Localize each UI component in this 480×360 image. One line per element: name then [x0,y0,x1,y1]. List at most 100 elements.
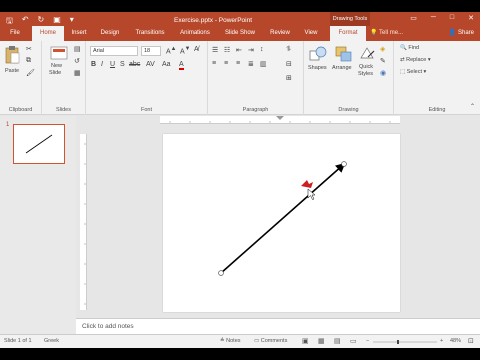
char-spacing-icon[interactable]: AV [146,61,155,68]
minimize-icon[interactable]: ─ [431,14,436,22]
align-text-icon[interactable]: ⊟ [286,60,292,68]
tell-me-text: Tell me... [379,30,404,36]
zoom-slider[interactable] [373,340,437,344]
font-name-box[interactable]: Arial [90,46,138,56]
justify-icon[interactable]: ≣ [248,60,254,68]
tab-animations[interactable]: Animations [175,26,215,41]
align-center-icon[interactable]: ≡ [224,60,228,67]
bold-icon[interactable]: B [91,61,96,68]
slide-canvas[interactable] [163,134,400,312]
numbering-icon[interactable]: ☷ [224,46,230,54]
font-size-box[interactable]: 18 [141,46,161,56]
zoom-out-icon[interactable]: − [366,338,369,344]
smartart-icon[interactable]: ⊞ [286,74,292,82]
cursor-highlight-icon [301,180,313,188]
decrease-font-icon[interactable]: A▼ [180,46,190,55]
shapes-icon[interactable] [309,46,327,62]
language-indicator[interactable]: Greek [44,338,59,344]
quick-styles-icon[interactable] [358,45,376,61]
new-slide-icon[interactable] [50,46,68,60]
arrange-label[interactable]: Arrange [332,65,352,71]
collapse-ribbon-icon[interactable]: ⌃ [470,103,475,110]
format-painter-icon[interactable]: 🖌 [26,69,35,77]
underline-icon[interactable]: U [110,61,115,68]
quick-styles-label-2[interactable]: Styles [358,71,373,77]
comments-button[interactable]: ▭ Comments [254,338,287,344]
arrow-line[interactable] [220,162,346,274]
tab-format[interactable]: Format [330,26,366,41]
paragraph-group-label: Paragraph [242,107,269,113]
text-direction-icon[interactable]: ⥮ [286,46,291,54]
font-color-icon[interactable]: A [179,61,184,70]
thumbnail-number: 1 [6,122,10,128]
increase-font-icon[interactable]: A▲ [166,46,176,55]
shape-outline-icon[interactable]: ✎ [380,57,386,65]
shape-effects-icon[interactable]: ◉ [380,69,386,77]
share-label: Share [457,30,474,36]
zoom-in-icon[interactable]: + [440,338,443,344]
close-icon[interactable]: ✕ [468,14,474,22]
notes-placeholder[interactable]: Click to add notes [82,323,134,330]
columns-icon[interactable]: ▥ [260,60,267,68]
lightbulb-icon: 💡 [370,30,378,36]
decrease-indent-icon[interactable]: ⇤ [236,46,242,54]
new-slide-label-1[interactable]: New [51,63,62,69]
start-handle[interactable] [218,270,224,276]
quick-styles-label-1[interactable]: Quick [359,64,373,70]
section-icon[interactable]: ▦ [74,69,81,77]
clear-format-icon[interactable]: A̸ [194,46,199,53]
vertical-ruler[interactable] [80,134,87,310]
fit-slide-icon[interactable]: ⊡ [468,337,474,345]
align-left-icon[interactable]: ≡ [212,60,216,67]
select-button[interactable]: ⬚ Select ▾ [400,69,426,75]
tab-design[interactable]: Design [96,26,124,41]
arrange-icon[interactable] [335,46,353,62]
find-label: Find [408,45,420,51]
end-handle[interactable] [341,161,347,167]
tab-slide-show[interactable]: Slide Show [220,26,260,41]
tab-transitions[interactable]: Transitions [130,26,170,41]
change-case-icon[interactable]: Aa [162,61,171,68]
slides-group: New Slide ▤ ↺ ▦ Slides [42,41,86,115]
tab-insert[interactable]: Insert [66,26,92,41]
replace-label: Replace [406,57,427,63]
tab-home[interactable]: Home [32,26,64,41]
tell-me-box[interactable]: 💡 Tell me... [370,26,403,41]
ribbon-display-icon[interactable]: ▭ [410,14,417,22]
align-right-icon[interactable]: ≡ [236,60,240,67]
font-group: Arial 18 A▲ A▼ A̸ B I U S abc AV Aa A Fo… [86,41,208,115]
increase-indent-icon[interactable]: ⇥ [248,46,254,54]
maximize-icon[interactable]: □ [450,14,454,22]
shapes-label[interactable]: Shapes [308,65,327,71]
normal-view-icon[interactable]: ▣ [302,337,309,345]
tab-view[interactable]: View [298,26,324,41]
horizontal-ruler[interactable] [160,116,400,124]
new-slide-label-2[interactable]: Slide [49,70,61,76]
slide-thumbnail[interactable] [13,124,65,164]
shadow-icon[interactable]: S [120,61,125,68]
slideshow-view-icon[interactable]: ▭ [350,337,357,345]
reading-view-icon[interactable]: ▤ [334,337,341,345]
layout-icon[interactable]: ▤ [74,45,81,53]
paste-icon[interactable] [4,45,20,65]
notes-button[interactable]: ≙ Notes [220,338,241,344]
italic-icon[interactable]: I [101,61,103,68]
find-button[interactable]: 🔍 Find [400,45,419,51]
cut-icon[interactable]: ✂ [26,45,32,53]
reset-icon[interactable]: ↺ [74,57,80,65]
bullets-icon[interactable]: ☰ [212,46,218,54]
line-spacing-icon[interactable]: ↕ [260,46,264,53]
strikethrough-icon[interactable]: abc [129,61,140,68]
tab-file[interactable]: File [0,26,30,41]
copy-icon[interactable]: ⧉ [26,57,31,65]
font-group-label: Font [140,107,152,113]
slide-sorter-icon[interactable]: ▦ [318,337,325,345]
tab-review[interactable]: Review [265,26,295,41]
share-button[interactable]: 👤 Share [449,26,474,41]
replace-button[interactable]: ⇄ Replace ▾ [400,57,431,63]
shape-fill-icon[interactable]: ◈ [380,45,385,53]
paste-label[interactable]: Paste [5,68,19,74]
drawing-group: Shapes Arrange Quick Styles ◈ ✎ ◉ Drawin… [304,41,394,115]
zoom-level[interactable]: 48% [450,338,461,344]
notes-pane[interactable]: Click to add notes [76,318,480,334]
